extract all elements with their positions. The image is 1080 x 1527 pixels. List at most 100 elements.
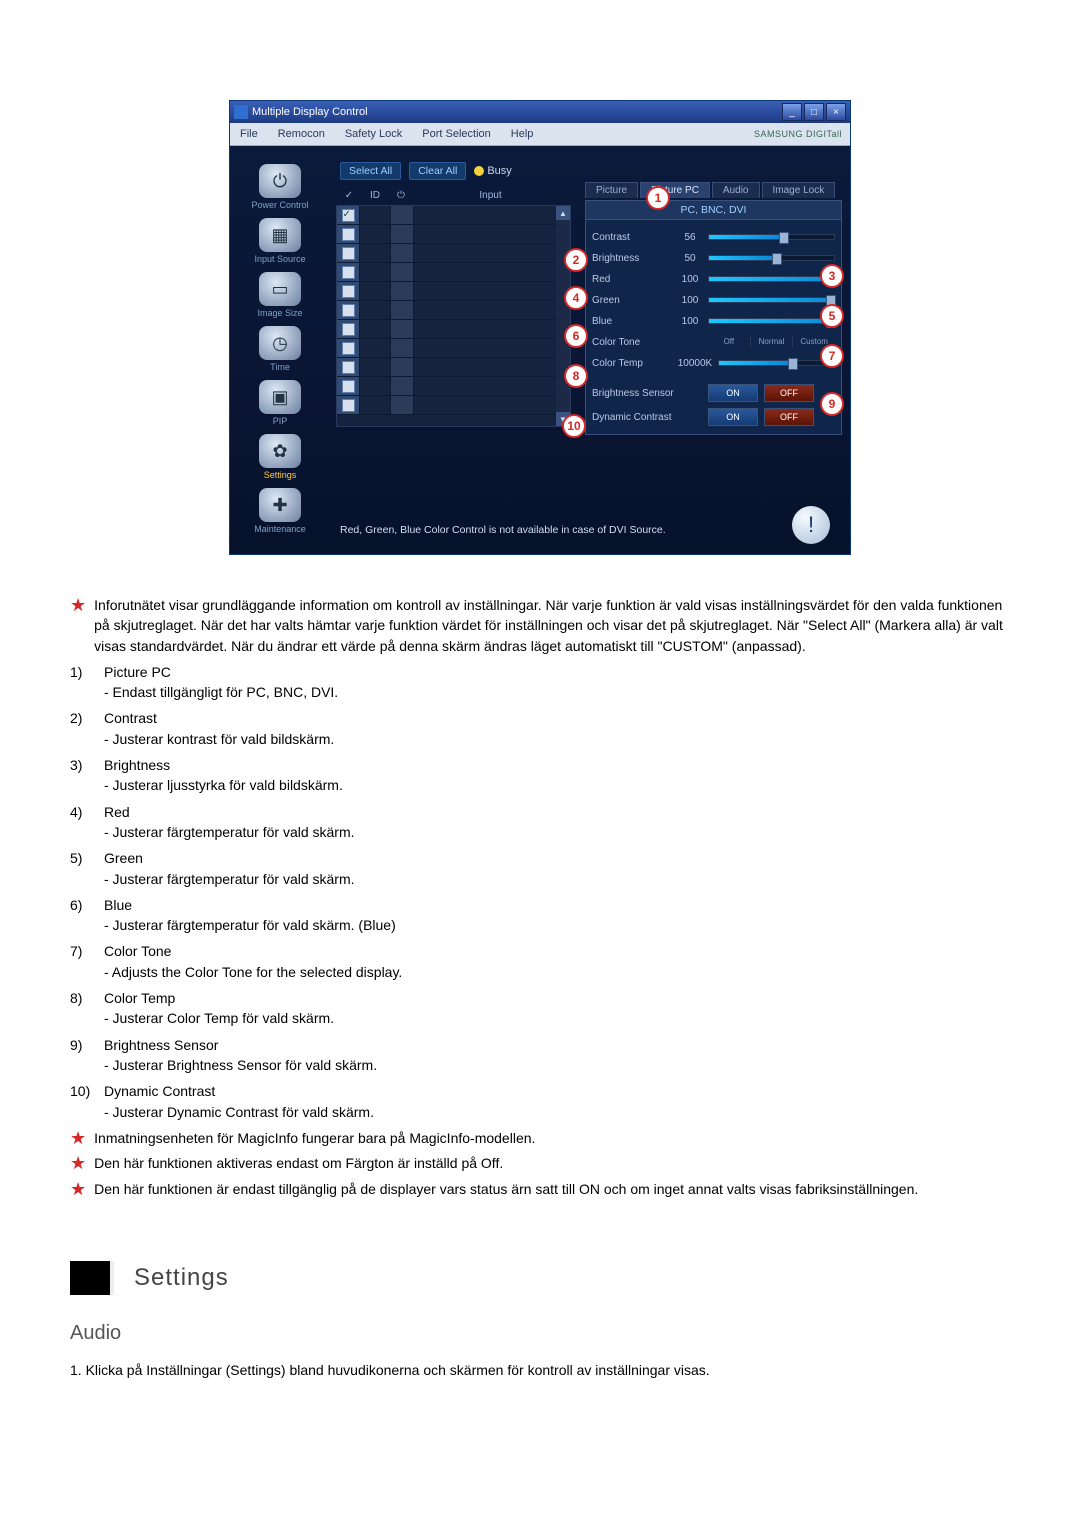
slider-color-tone[interactable]: Off Normal Custom	[708, 337, 835, 347]
grid-scrollbar[interactable]: ▲ ▼	[556, 206, 570, 426]
table-row[interactable]	[337, 377, 556, 396]
col-power: ⏻	[390, 190, 412, 201]
pip-icon: ▣	[259, 380, 301, 414]
row-input	[414, 358, 556, 376]
section-title: Settings	[134, 1261, 229, 1296]
value-contrast: 56	[672, 232, 708, 243]
item-number: 2)	[70, 708, 104, 749]
menu-safety-lock[interactable]: Safety Lock	[335, 128, 412, 140]
row-checkbox[interactable]	[337, 225, 360, 243]
sidebar-item-image-size[interactable]: ▭ Image Size	[257, 272, 302, 318]
item-number: 9)	[70, 1035, 104, 1076]
value-green: 100	[672, 295, 708, 306]
row-id	[360, 263, 391, 281]
brightness-sensor-on-button[interactable]: ON	[708, 384, 758, 402]
sidebar-label-power: Power Control	[251, 200, 308, 210]
row-power	[391, 225, 414, 243]
grid-body: ▲ ▼	[336, 205, 571, 427]
table-row[interactable]	[337, 206, 556, 225]
slider-brightness[interactable]	[708, 255, 835, 261]
brand-label: SAMSUNG DIGITall	[754, 129, 850, 139]
ct-normal[interactable]: Normal	[751, 337, 794, 347]
close-button[interactable]: ×	[826, 103, 846, 121]
item-title: Red	[104, 802, 355, 822]
item-number: 5)	[70, 848, 104, 889]
row-checkbox[interactable]	[337, 358, 360, 376]
dynamic-contrast-off-button[interactable]: OFF	[764, 408, 814, 426]
item-desc: - Justerar färgtemperatur för vald skärm…	[104, 822, 355, 842]
item-number: 6)	[70, 895, 104, 936]
dynamic-contrast-on-button[interactable]: ON	[708, 408, 758, 426]
item-title: Blue	[104, 895, 396, 915]
table-row[interactable]	[337, 396, 556, 415]
row-checkbox[interactable]	[337, 206, 360, 224]
value-red: 100	[672, 274, 708, 285]
item-number: 10)	[70, 1081, 104, 1122]
row-color-temp: Color Temp 10000K	[592, 353, 835, 373]
row-checkbox[interactable]	[337, 244, 360, 262]
clear-all-button[interactable]: Clear All	[409, 162, 466, 180]
app-icon	[234, 105, 248, 119]
row-checkbox[interactable]	[337, 377, 360, 395]
row-checkbox[interactable]	[337, 320, 360, 338]
sidebar-item-time[interactable]: ◷ Time	[259, 326, 301, 372]
slider-color-temp[interactable]	[718, 360, 835, 366]
sidebar-item-settings[interactable]: ✿ Settings	[259, 434, 301, 480]
select-all-button[interactable]: Select All	[340, 162, 401, 180]
row-checkbox[interactable]	[337, 263, 360, 281]
row-checkbox[interactable]	[337, 396, 360, 414]
item-desc: - Justerar färgtemperatur för vald skärm…	[104, 869, 355, 889]
sidebar-item-maintenance[interactable]: ✚ Maintenance	[254, 488, 306, 534]
sidebar-label-size: Image Size	[257, 308, 302, 318]
scroll-up-icon[interactable]: ▲	[556, 206, 570, 220]
slider-blue[interactable]	[708, 318, 835, 324]
sidebar-label-time: Time	[259, 362, 301, 372]
ct-off[interactable]: Off	[708, 337, 751, 347]
callout-2: 2	[564, 248, 588, 272]
slider-contrast[interactable]	[708, 234, 835, 240]
col-id: ID	[360, 190, 390, 201]
tab-audio[interactable]: Audio	[712, 182, 760, 198]
menu-port-selection[interactable]: Port Selection	[412, 128, 500, 140]
table-row[interactable]	[337, 358, 556, 377]
sidebar-label-maint: Maintenance	[254, 524, 306, 534]
table-row[interactable]	[337, 320, 556, 339]
row-checkbox[interactable]	[337, 282, 360, 300]
table-row[interactable]	[337, 301, 556, 320]
menu-help[interactable]: Help	[501, 128, 544, 140]
maintenance-icon: ✚	[259, 488, 301, 522]
row-dynamic-contrast: Dynamic Contrast ON OFF	[592, 406, 835, 428]
table-row[interactable]	[337, 282, 556, 301]
row-input	[414, 320, 556, 338]
table-row[interactable]	[337, 263, 556, 282]
row-green: Green 100	[592, 290, 835, 310]
callout-7: 7	[820, 344, 844, 368]
menu-file[interactable]: File	[230, 128, 268, 140]
row-contrast: Contrast 56	[592, 227, 835, 247]
item-title: Brightness	[104, 755, 343, 775]
row-id	[360, 225, 391, 243]
slider-green[interactable]	[708, 297, 835, 303]
menu-remocon[interactable]: Remocon	[268, 128, 335, 140]
list-item: 10)Dynamic Contrast- Justerar Dynamic Co…	[70, 1081, 1010, 1122]
brightness-sensor-off-button[interactable]: OFF	[764, 384, 814, 402]
table-row[interactable]	[337, 244, 556, 263]
table-row[interactable]	[337, 339, 556, 358]
minimize-button[interactable]: _	[782, 103, 802, 121]
tab-image-lock[interactable]: Image Lock	[762, 182, 836, 198]
list-item: 9)Brightness Sensor- Justerar Brightness…	[70, 1035, 1010, 1076]
row-checkbox[interactable]	[337, 339, 360, 357]
col-check: ✓	[338, 190, 360, 201]
item-desc: - Endast tillgängligt för PC, BNC, DVI.	[104, 682, 338, 702]
slider-red[interactable]	[708, 276, 835, 282]
sidebar-item-power-control[interactable]: ⏻ Power Control	[251, 164, 308, 210]
tab-picture[interactable]: Picture	[585, 182, 638, 198]
row-blue: Blue 100	[592, 311, 835, 331]
sidebar-item-input-source[interactable]: ▦ Input Source	[254, 218, 305, 264]
sidebar-item-pip[interactable]: ▣ PIP	[259, 380, 301, 426]
row-power	[391, 377, 414, 395]
star-icon: ★	[70, 1128, 86, 1150]
row-checkbox[interactable]	[337, 301, 360, 319]
table-row[interactable]	[337, 225, 556, 244]
maximize-button[interactable]: □	[804, 103, 824, 121]
